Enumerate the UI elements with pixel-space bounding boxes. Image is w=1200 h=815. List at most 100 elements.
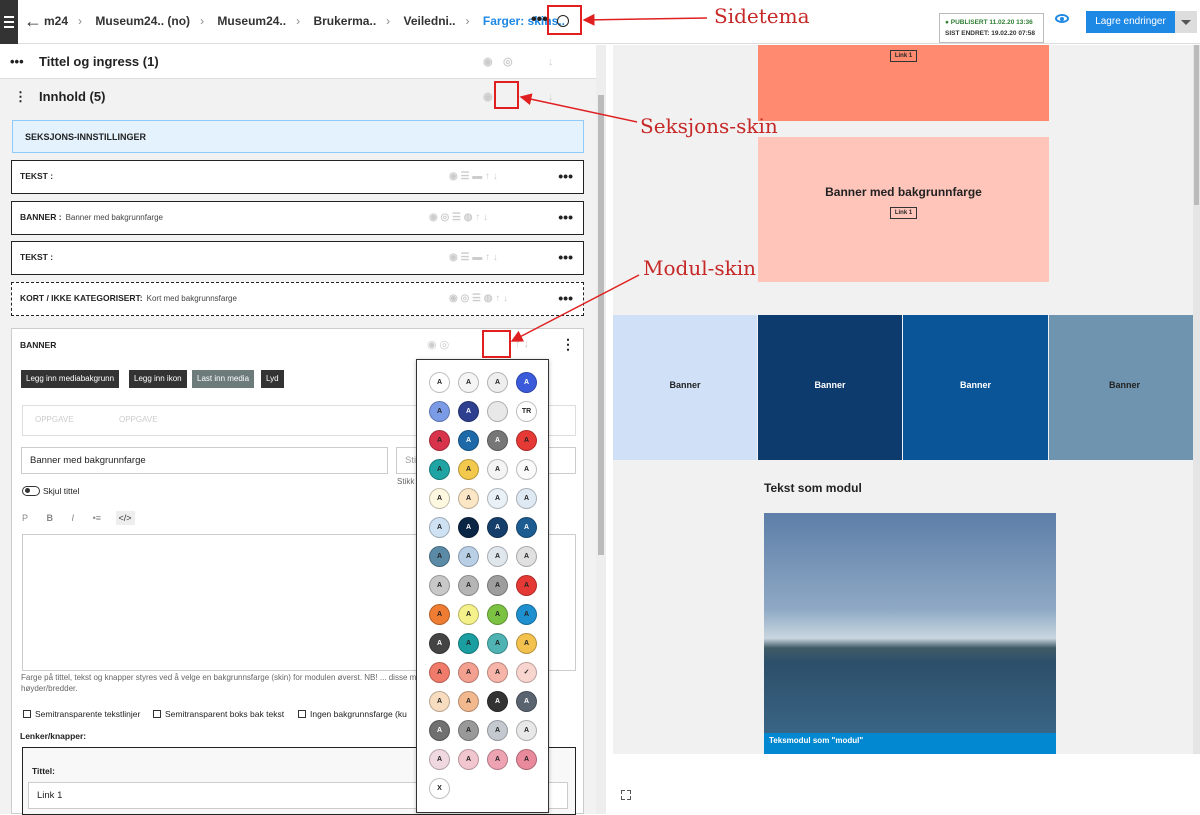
save-button[interactable]: Lagre endringer [1086,11,1175,33]
skin-swatch[interactable]: A [429,691,450,712]
skin-swatch[interactable]: A [516,517,537,538]
skin-swatch[interactable]: A [458,662,479,683]
skin-swatch[interactable]: A [487,662,508,683]
add-icon-button[interactable]: Legg inn ikon [129,370,187,388]
module-row-tekst-2[interactable]: TEKST : ◉ ☰ ▬ ↑ ↓ ••• [11,241,584,275]
hide-title-toggle[interactable] [22,486,40,496]
module-action-icons[interactable]: ◉ ◎ ☰ ◍ ↑ ↓ [429,202,488,233]
skin-swatch[interactable]: A [516,604,537,625]
skin-swatch[interactable]: A [516,575,537,596]
fullscreen-icon[interactable] [621,790,631,800]
skin-swatch[interactable]: A [429,546,450,567]
skin-swatch[interactable]: A [516,488,537,509]
preview-link-button[interactable]: Link 1 [889,207,918,219]
skin-swatch[interactable]: A [487,459,508,480]
skin-swatch[interactable]: A [487,517,508,538]
skin-swatch[interactable]: A [429,517,450,538]
skin-swatch[interactable]: A [458,691,479,712]
section-settings-bar[interactable]: SEKSJONS-INNSTILLINGER [12,120,584,153]
skin-swatch[interactable]: A [429,488,450,509]
skin-swatch[interactable]: A [487,604,508,625]
more-options-icon[interactable]: ••• [531,11,548,29]
skin-swatch[interactable]: A [487,633,508,654]
audio-button[interactable]: Lyd [261,370,284,388]
checkbox-semitransparent-box[interactable]: Semitransparent boks bak tekst [153,709,284,719]
skin-swatch[interactable]: A [429,633,450,654]
more-icon[interactable]: ••• [558,242,573,273]
section-title-ingress[interactable]: ••• Tittel og ingress (1) ◉ ◎ ↓ [0,45,596,79]
skin-swatch[interactable]: A [429,604,450,625]
skin-swatch[interactable]: TR [516,401,537,422]
skin-swatch[interactable]: A [458,546,479,567]
skin-swatch[interactable]: A [487,430,508,451]
skin-swatch[interactable]: A [458,372,479,393]
save-dropdown-button[interactable] [1175,11,1197,33]
eye-icon[interactable]: ◉ ☰ ▬ ↑ ↓ [449,161,498,192]
skin-swatch[interactable]: A [487,720,508,741]
crumb-museum24-no[interactable]: Museum24.. (no) [95,14,190,28]
skin-swatch[interactable] [487,401,508,422]
back-arrow-icon[interactable]: ← [24,11,42,32]
skin-swatch[interactable]: A [458,575,479,596]
skin-swatch[interactable]: A [516,720,537,741]
italic-icon[interactable]: I [72,513,75,523]
skin-swatch[interactable]: A [458,430,479,451]
arrow-down-icon[interactable]: ↓ [548,80,554,114]
more-icon[interactable]: ••• [558,283,573,314]
preview-link-button[interactable]: Link 1 [889,50,918,62]
skin-swatch[interactable]: A [458,488,479,509]
skin-swatch[interactable]: A [458,633,479,654]
skin-swatch[interactable]: A [516,459,537,480]
left-scrollbar[interactable] [596,45,606,814]
more-icon[interactable]: ••• [558,161,573,192]
skin-swatch[interactable]: A [429,662,450,683]
list-icon[interactable]: •≡ [93,513,101,523]
dots-icon[interactable]: ••• [10,45,24,79]
crumb-museum24[interactable]: Museum24.. [217,14,286,28]
eye-icon[interactable]: ◉ ◎ [427,338,449,351]
skin-swatch[interactable]: A [429,401,450,422]
code-icon[interactable]: </> [115,511,135,525]
skin-swatch[interactable]: A [429,749,450,770]
skin-swatch[interactable]: A [516,546,537,567]
skin-swatch[interactable]: A [487,546,508,567]
arrow-up-icon[interactable]: ↑ [526,80,532,114]
skin-swatch[interactable]: A [516,633,537,654]
skin-swatch[interactable]: A [429,459,450,480]
upload-media-button[interactable]: Last inn media [192,370,255,388]
add-media-background-button[interactable]: Legg inn mediabakgrunn [21,370,120,388]
bold-icon[interactable]: B [47,513,54,523]
module-action-icons[interactable]: ◉ ◎ ☰ ◍ ↑ ↓ [449,283,508,314]
eye-icon[interactable]: ◉ [483,80,493,114]
module-row-banner[interactable]: BANNER : Banner med bakgrunnfarge ◉ ◎ ☰ ◍… [11,201,584,235]
skin-swatch[interactable]: ✓ [516,662,537,683]
menu-icon[interactable] [0,0,18,44]
skin-swatch[interactable]: A [516,691,537,712]
skin-swatch[interactable]: A [458,401,479,422]
skin-swatch[interactable]: X [429,778,450,799]
skin-swatch[interactable]: A [429,372,450,393]
paragraph-icon[interactable]: P [22,513,28,523]
module-row-kort[interactable]: KORT / IKKE KATEGORISERT: Kort med bakgru… [11,282,584,316]
module-action-icons[interactable]: ◉ ☰ ▬ ↑ ↓ [449,242,498,273]
toolbar-item[interactable]: OPPGAVE [119,415,158,424]
skin-swatch[interactable]: A [429,575,450,596]
crumb-brukermanual[interactable]: Brukerma.. [313,14,376,28]
skin-swatch[interactable]: A [429,720,450,741]
more-icon[interactable]: ••• [558,202,573,233]
vertical-dots-icon[interactable]: ⋮ [561,336,575,353]
title-input[interactable]: Banner med bakgrunnfarge [21,447,388,474]
skin-swatch[interactable]: A [429,430,450,451]
skin-swatch[interactable]: A [458,720,479,741]
checkbox-semitransparent-lines[interactable]: Semitransparente tekstlinjer [23,709,140,719]
skin-swatch[interactable]: A [458,459,479,480]
skin-swatch[interactable]: A [458,749,479,770]
skin-swatch[interactable]: A [516,749,537,770]
crumb-m24[interactable]: m24 [44,14,68,28]
module-row-tekst-1[interactable]: TEKST : ◉ ☰ ▬ ↑ ↓ ••• [11,160,584,194]
skin-swatch[interactable]: A [487,749,508,770]
checkbox-no-background[interactable]: Ingen bakgrunnsfarge (ku [298,709,407,719]
crumb-veiledning[interactable]: Veiledni.. [404,14,456,28]
vertical-dots-icon[interactable]: ⋮ [14,80,27,114]
skin-swatch[interactable]: A [458,604,479,625]
